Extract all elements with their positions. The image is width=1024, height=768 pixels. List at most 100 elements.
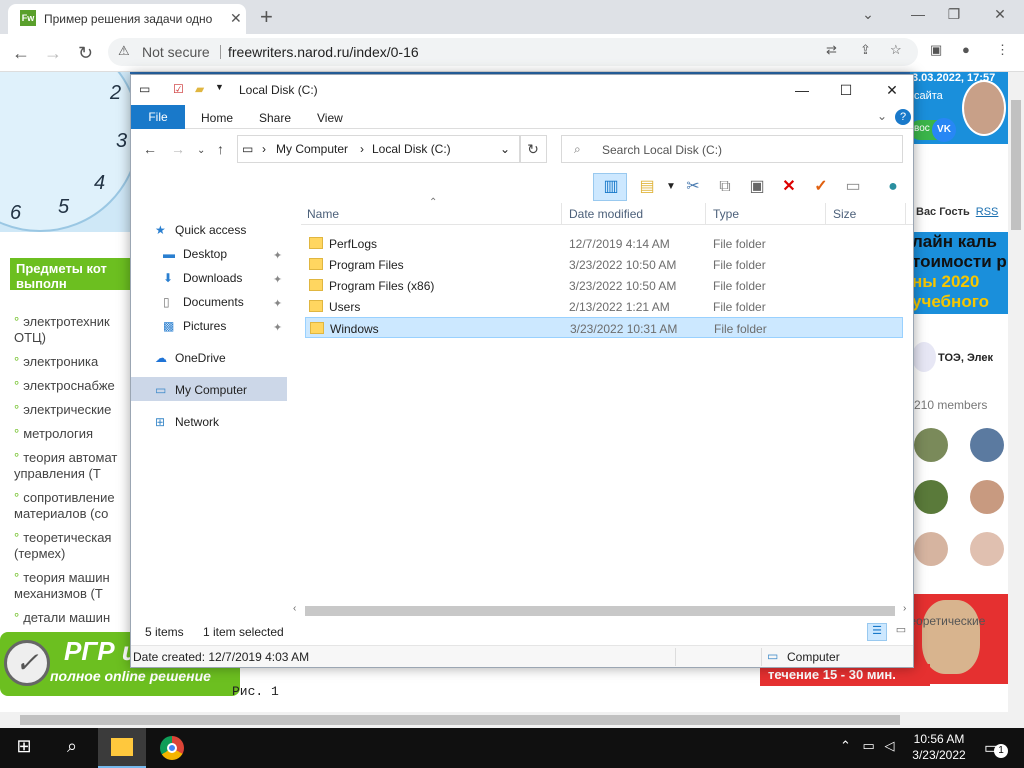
side-panel-icon[interactable]: ▣: [930, 42, 942, 58]
member-avatar[interactable]: [914, 480, 948, 514]
member-avatar[interactable]: [970, 480, 1004, 514]
table-row-selected[interactable]: Windows 3/23/2022 10:31 AM File folder: [305, 317, 903, 338]
recent-locations-chevron-icon[interactable]: ⌄: [197, 145, 205, 156]
nav-link[interactable]: теория автомат управления (Т: [14, 450, 134, 482]
new-tab-button[interactable]: +: [260, 4, 273, 30]
tab-file[interactable]: File: [131, 105, 185, 129]
url-text[interactable]: freewriters.narod.ru/index/0-16: [228, 44, 419, 60]
paste-icon[interactable]: ▣: [743, 175, 771, 199]
refresh-button[interactable]: ↻: [519, 135, 547, 163]
restore-browser-button[interactable]: ❐: [944, 6, 964, 23]
column-divider[interactable]: [705, 203, 706, 225]
member-avatar[interactable]: [914, 428, 948, 462]
nav-link[interactable]: электротехник ОТЦ): [14, 314, 134, 346]
scroll-right-icon[interactable]: ›: [903, 603, 906, 614]
nav-link[interactable]: теория машин механизмов (Т: [14, 570, 134, 602]
pin-icon[interactable]: ✦: [273, 273, 282, 286]
table-row[interactable]: Program Files 3/23/2022 10:50 AM File fo…: [305, 254, 903, 275]
nav-link[interactable]: сопротивление материалов (со: [14, 490, 134, 522]
online-ad-banner[interactable]: лайн каль тоимости р ны 2020 учебного: [910, 232, 1008, 314]
copy-icon[interactable]: ⧉: [711, 175, 739, 199]
network-icon[interactable]: ▭: [863, 738, 875, 753]
reload-icon[interactable]: ↻: [78, 43, 93, 64]
address-path[interactable]: ▭ › My Computer › Local Disk (C:) ⌄: [237, 135, 521, 163]
nav-link[interactable]: электроснабже: [14, 378, 134, 394]
profile-icon[interactable]: ●: [962, 42, 970, 57]
member-avatar[interactable]: [970, 532, 1004, 566]
security-label[interactable]: Not secure: [142, 44, 210, 60]
search-input[interactable]: ⌕ Search Local Disk (C:): [561, 135, 903, 163]
explorer-title-bar[interactable]: ▭ ☑ ▰ ▼ Local Disk (C:) — ☐ ✕: [131, 75, 913, 105]
nav-quick-access[interactable]: ★ Quick access: [155, 223, 246, 237]
pin-icon[interactable]: ✦: [273, 297, 282, 310]
path-segment[interactable]: Local Disk (C:): [372, 142, 451, 156]
column-date[interactable]: Date modified: [569, 207, 643, 221]
quick-access-dropdown-icon[interactable]: ▼: [215, 82, 224, 92]
group-name[interactable]: ТОЭ, Элек: [938, 352, 993, 364]
scroll-thumb[interactable]: [20, 715, 900, 725]
column-name[interactable]: Name: [307, 207, 339, 221]
vk-widget[interactable]: 3.03.2022, 17:57 сайта вос VK: [910, 72, 1008, 144]
web-globe-icon[interactable]: ●: [879, 175, 907, 199]
nav-link[interactable]: детали машин: [14, 610, 134, 626]
preview-pane-icon[interactable]: ▥: [597, 175, 625, 199]
help-icon[interactable]: ?: [895, 109, 911, 125]
browser-tab[interactable]: Fw Пример решения задачи одно ✕: [8, 4, 246, 34]
translate-icon[interactable]: ⇄: [826, 42, 837, 58]
list-horizontal-scrollbar[interactable]: ‹ ›: [293, 603, 913, 619]
page-horizontal-scrollbar[interactable]: [0, 712, 1008, 728]
volume-icon[interactable]: ◁: [884, 738, 894, 753]
member-avatar[interactable]: [914, 532, 948, 566]
tab-home[interactable]: Home: [201, 111, 233, 125]
large-icons-view-icon[interactable]: ▭: [891, 623, 911, 641]
page-vertical-scrollbar[interactable]: [1008, 72, 1024, 728]
nav-network[interactable]: ⊞ Network: [155, 415, 219, 429]
path-segment[interactable]: My Computer: [276, 142, 348, 156]
new-folder-icon[interactable]: ▰: [195, 82, 204, 96]
close-button[interactable]: ✕: [869, 79, 915, 101]
path-chevron-icon[interactable]: ›: [262, 142, 266, 156]
search-icon[interactable]: ⌕: [52, 736, 92, 760]
scroll-thumb[interactable]: [305, 606, 895, 616]
rss-link[interactable]: RSS: [976, 206, 999, 218]
forward-arrow-icon[interactable]: →: [44, 43, 62, 64]
tab-search-chevron-icon[interactable]: ⌄: [858, 6, 878, 23]
table-row[interactable]: Users 2/13/2022 1:21 AM File folder: [305, 296, 903, 317]
clock[interactable]: 10:56 AM 3/23/2022: [904, 731, 974, 763]
nav-link[interactable]: электрические: [14, 402, 134, 418]
up-arrow-icon[interactable]: ↑: [217, 141, 224, 157]
properties-check-icon[interactable]: ✓: [807, 175, 835, 199]
back-arrow-icon[interactable]: ←: [12, 43, 30, 64]
warning-icon[interactable]: ⚠: [118, 43, 130, 59]
vk-logo-icon[interactable]: VK: [932, 118, 956, 142]
chrome-icon[interactable]: [160, 736, 184, 760]
cut-icon[interactable]: ✂: [679, 175, 707, 199]
path-chevron-icon[interactable]: ›: [360, 142, 364, 156]
share-icon[interactable]: ⇪: [860, 42, 871, 58]
table-row[interactable]: PerfLogs 12/7/2019 4:14 AM File folder: [305, 233, 903, 254]
details-view-icon[interactable]: ☰: [867, 623, 887, 641]
member-avatar[interactable]: [970, 428, 1004, 462]
pin-icon[interactable]: ✦: [273, 249, 282, 262]
taskbar-file-explorer[interactable]: [98, 728, 146, 768]
nav-link[interactable]: метрология: [14, 426, 134, 442]
nav-link[interactable]: электроника: [14, 354, 134, 370]
browser-menu-icon[interactable]: ⋮: [996, 42, 1009, 58]
scroll-left-icon[interactable]: ‹: [293, 603, 296, 614]
back-arrow-icon[interactable]: ←: [143, 141, 157, 157]
start-windows-icon[interactable]: ⊞: [4, 736, 44, 760]
notification-icon[interactable]: ▭ 1: [984, 738, 1008, 758]
close-tab-icon[interactable]: ✕: [230, 10, 242, 27]
minimize-button[interactable]: —: [779, 79, 825, 101]
path-dropdown-icon[interactable]: ⌄: [500, 142, 510, 156]
column-divider[interactable]: [905, 203, 906, 225]
scroll-thumb[interactable]: [1011, 100, 1021, 230]
nav-documents[interactable]: ▯ Documents: [163, 295, 244, 309]
expand-ribbon-icon[interactable]: ⌄: [877, 109, 887, 123]
column-divider[interactable]: [825, 203, 826, 225]
column-type[interactable]: Type: [713, 207, 739, 221]
close-browser-button[interactable]: ✕: [990, 6, 1010, 23]
nav-pictures[interactable]: ▩ Pictures: [163, 319, 226, 333]
bookmark-star-icon[interactable]: ☆: [890, 42, 902, 58]
tab-view[interactable]: View: [317, 111, 343, 125]
